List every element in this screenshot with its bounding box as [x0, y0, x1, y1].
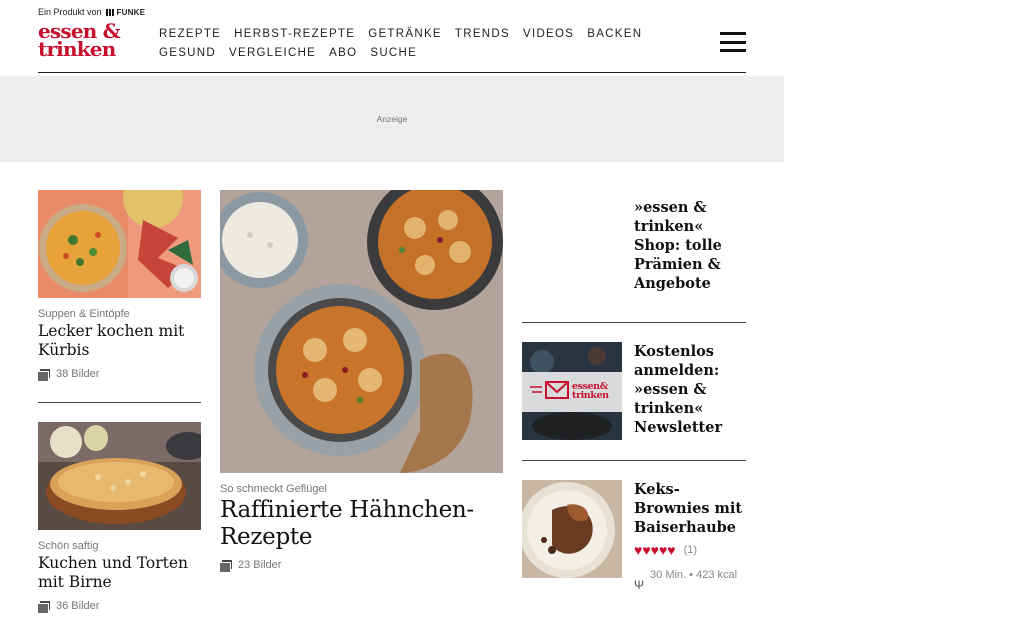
- teaser-haehnchen[interactable]: So schmeckt Geflügel Raffinierte Hähnche…: [220, 190, 503, 572]
- nav-item-gesund[interactable]: GESUND: [159, 46, 216, 60]
- brownies-image[interactable]: [522, 480, 622, 578]
- pumpkin-soup-image[interactable]: [38, 190, 201, 298]
- teaser-kuerbis[interactable]: Suppen & Eintöpfe Lecker kochen mit Kürb…: [38, 190, 201, 381]
- funke-text: FUNKE: [116, 7, 146, 17]
- teaser-title[interactable]: Lecker kochen mit Kürbis: [38, 322, 201, 360]
- nav-item-vergleiche[interactable]: VERGLEICHE: [229, 46, 316, 60]
- rating[interactable]: ♥♥♥♥♥ (1): [634, 543, 746, 557]
- product-of-line: Ein Produkt von FUNKE: [38, 7, 145, 17]
- nav-item-trends[interactable]: TRENDS: [455, 27, 510, 41]
- cooking-info: Ψ 30 Min. • 423 kcal: [634, 565, 746, 595]
- newsletter-title[interactable]: Kostenlos anmelden: »essen & trinken« Ne…: [634, 342, 746, 437]
- nav-item-herbst-rezepte[interactable]: HERBST-REZEPTE: [234, 27, 355, 41]
- rating-count: (1): [683, 544, 698, 556]
- shop-title[interactable]: »essen & trinken« Shop: tolle Prämien & …: [634, 198, 746, 293]
- ad-label: Anzeige: [376, 114, 408, 124]
- essen-trinken-logo[interactable]: essen & trinken: [38, 21, 132, 59]
- nav-item-backen[interactable]: BACKEN: [587, 27, 642, 41]
- gallery-count-text: 38 Bilder: [56, 368, 100, 380]
- teaser-title[interactable]: Raffinierte Hähnchen-Rezepte: [220, 497, 503, 551]
- rating-hearts-icon: ♥♥♥♥♥: [634, 542, 676, 558]
- gallery-count: 38 Bilder: [38, 368, 201, 381]
- divider: [522, 460, 746, 461]
- burger-line: [720, 40, 746, 44]
- gallery-count-text: 23 Bilder: [238, 559, 282, 571]
- chicken-curry-image[interactable]: [220, 190, 503, 473]
- nav-item-getraenke[interactable]: GETRÄNKE: [368, 27, 442, 41]
- cooking-details: 30 Min. • 423 kcal: [650, 565, 737, 595]
- teaser-kicker: Schön saftig: [38, 540, 99, 552]
- calories: 423 kcal: [696, 569, 738, 581]
- gallery-icon: [220, 559, 232, 572]
- recipe-info: Keks-Brownies mit Baiserhaube ♥♥♥♥♥ (1) …: [634, 480, 746, 595]
- main-navigation: REZEPTE HERBST-REZEPTE GETRÄNKE TRENDS V…: [159, 27, 699, 60]
- divider: [38, 402, 201, 403]
- recipe-title[interactable]: Keks-Brownies mit Baiserhaube: [634, 480, 746, 537]
- nav-item-suche[interactable]: SUCHE: [370, 46, 417, 60]
- separator: •: [689, 569, 694, 581]
- divider: [522, 322, 746, 323]
- nav-item-rezepte[interactable]: REZEPTE: [159, 27, 221, 41]
- ad-banner[interactable]: Anzeige: [0, 76, 784, 162]
- burger-line: [720, 32, 746, 35]
- funke-logo[interactable]: FUNKE: [105, 7, 146, 17]
- teaser-kicker: Suppen & Eintöpfe: [38, 308, 130, 320]
- gallery-count: 36 Bilder: [38, 600, 201, 613]
- teaser-title[interactable]: Kuchen und Torten mit Birne: [38, 554, 201, 592]
- teaser-kicker: So schmeckt Geflügel: [220, 483, 327, 495]
- gallery-count: 23 Bilder: [220, 559, 503, 572]
- burger-line: [720, 49, 746, 52]
- gallery-count-text: 36 Bilder: [56, 600, 100, 612]
- cooking-time: 30 Min.: [650, 569, 687, 581]
- funke-bars-icon: [105, 8, 115, 16]
- nav-item-videos[interactable]: VIDEOS: [523, 27, 574, 41]
- hamburger-menu-icon[interactable]: [720, 32, 746, 52]
- nav-item-abo[interactable]: ABO: [329, 46, 357, 60]
- header-divider: [38, 72, 746, 73]
- shop-teaser[interactable]: »essen & trinken« Shop: tolle Prämien & …: [634, 198, 746, 293]
- newsletter-image[interactable]: essen& trinken: [522, 342, 622, 440]
- newsletter-logo: essen& trinken: [572, 382, 609, 401]
- cutlery-icon: Ψ: [634, 578, 645, 592]
- gallery-icon: [38, 600, 50, 613]
- teaser-birne[interactable]: Schön saftig Kuchen und Torten mit Birne…: [38, 422, 201, 613]
- newsletter-logo-line-2: trinken: [572, 390, 609, 401]
- product-of-text: Ein Produkt von: [38, 7, 102, 17]
- pear-tart-image[interactable]: [38, 422, 201, 530]
- gallery-icon: [38, 368, 50, 381]
